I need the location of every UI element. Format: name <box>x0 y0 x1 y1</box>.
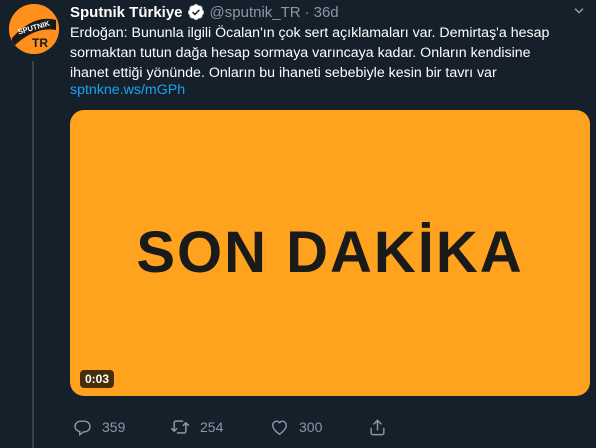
share-icon <box>370 419 385 435</box>
reply-button[interactable]: 359 <box>73 416 125 438</box>
verified-badge-icon <box>187 3 205 21</box>
tweet-text-line: sormaktan tutun dağa hesap sormaya varın… <box>70 45 531 61</box>
sputnik-logo-icon: SPUTNIK TR <box>9 4 59 54</box>
share-button[interactable] <box>368 416 387 438</box>
tweet-link[interactable]: sptnkne.ws/mGPh <box>70 80 185 100</box>
tweet-actions: 359 254 300 <box>70 416 390 438</box>
tweet-card[interactable]: SPUTNIK TR Sputnik Türkiye @sputnik_TR ·… <box>0 0 596 448</box>
separator-dot: · <box>304 3 310 21</box>
chevron-down-icon[interactable] <box>570 2 588 20</box>
handle[interactable]: @sputnik_TR <box>210 4 301 21</box>
retweet-count: 254 <box>200 419 224 435</box>
video-duration-badge: 0:03 <box>80 370 115 388</box>
avatar[interactable]: SPUTNIK TR <box>9 4 59 54</box>
retweet-button[interactable]: 254 <box>170 416 223 438</box>
like-count: 300 <box>299 419 323 435</box>
thread-line <box>32 61 34 448</box>
timestamp[interactable]: 36d <box>314 4 339 21</box>
display-name[interactable]: Sputnik Türkiye <box>70 4 183 21</box>
heart-icon <box>272 419 287 435</box>
media-headline: SON DAKİKA <box>70 220 590 290</box>
tweet-header: Sputnik Türkiye @sputnik_TR · 36d <box>70 3 339 21</box>
reply-icon <box>74 419 91 436</box>
reply-count: 359 <box>102 419 126 435</box>
retweet-icon <box>170 420 190 434</box>
media-headline-text: SON DAKİKA <box>136 220 523 285</box>
like-button[interactable]: 300 <box>270 416 322 438</box>
video-player[interactable]: SON DAKİKA 0:03 <box>70 110 590 396</box>
avatar-text-bottom: TR <box>32 36 48 50</box>
tweet-text: Erdoğan: Bununla ilgili Öcalan'ın çok se… <box>70 23 588 83</box>
tweet-text-line: Erdoğan: Bununla ilgili Öcalan'ın çok se… <box>70 25 550 41</box>
